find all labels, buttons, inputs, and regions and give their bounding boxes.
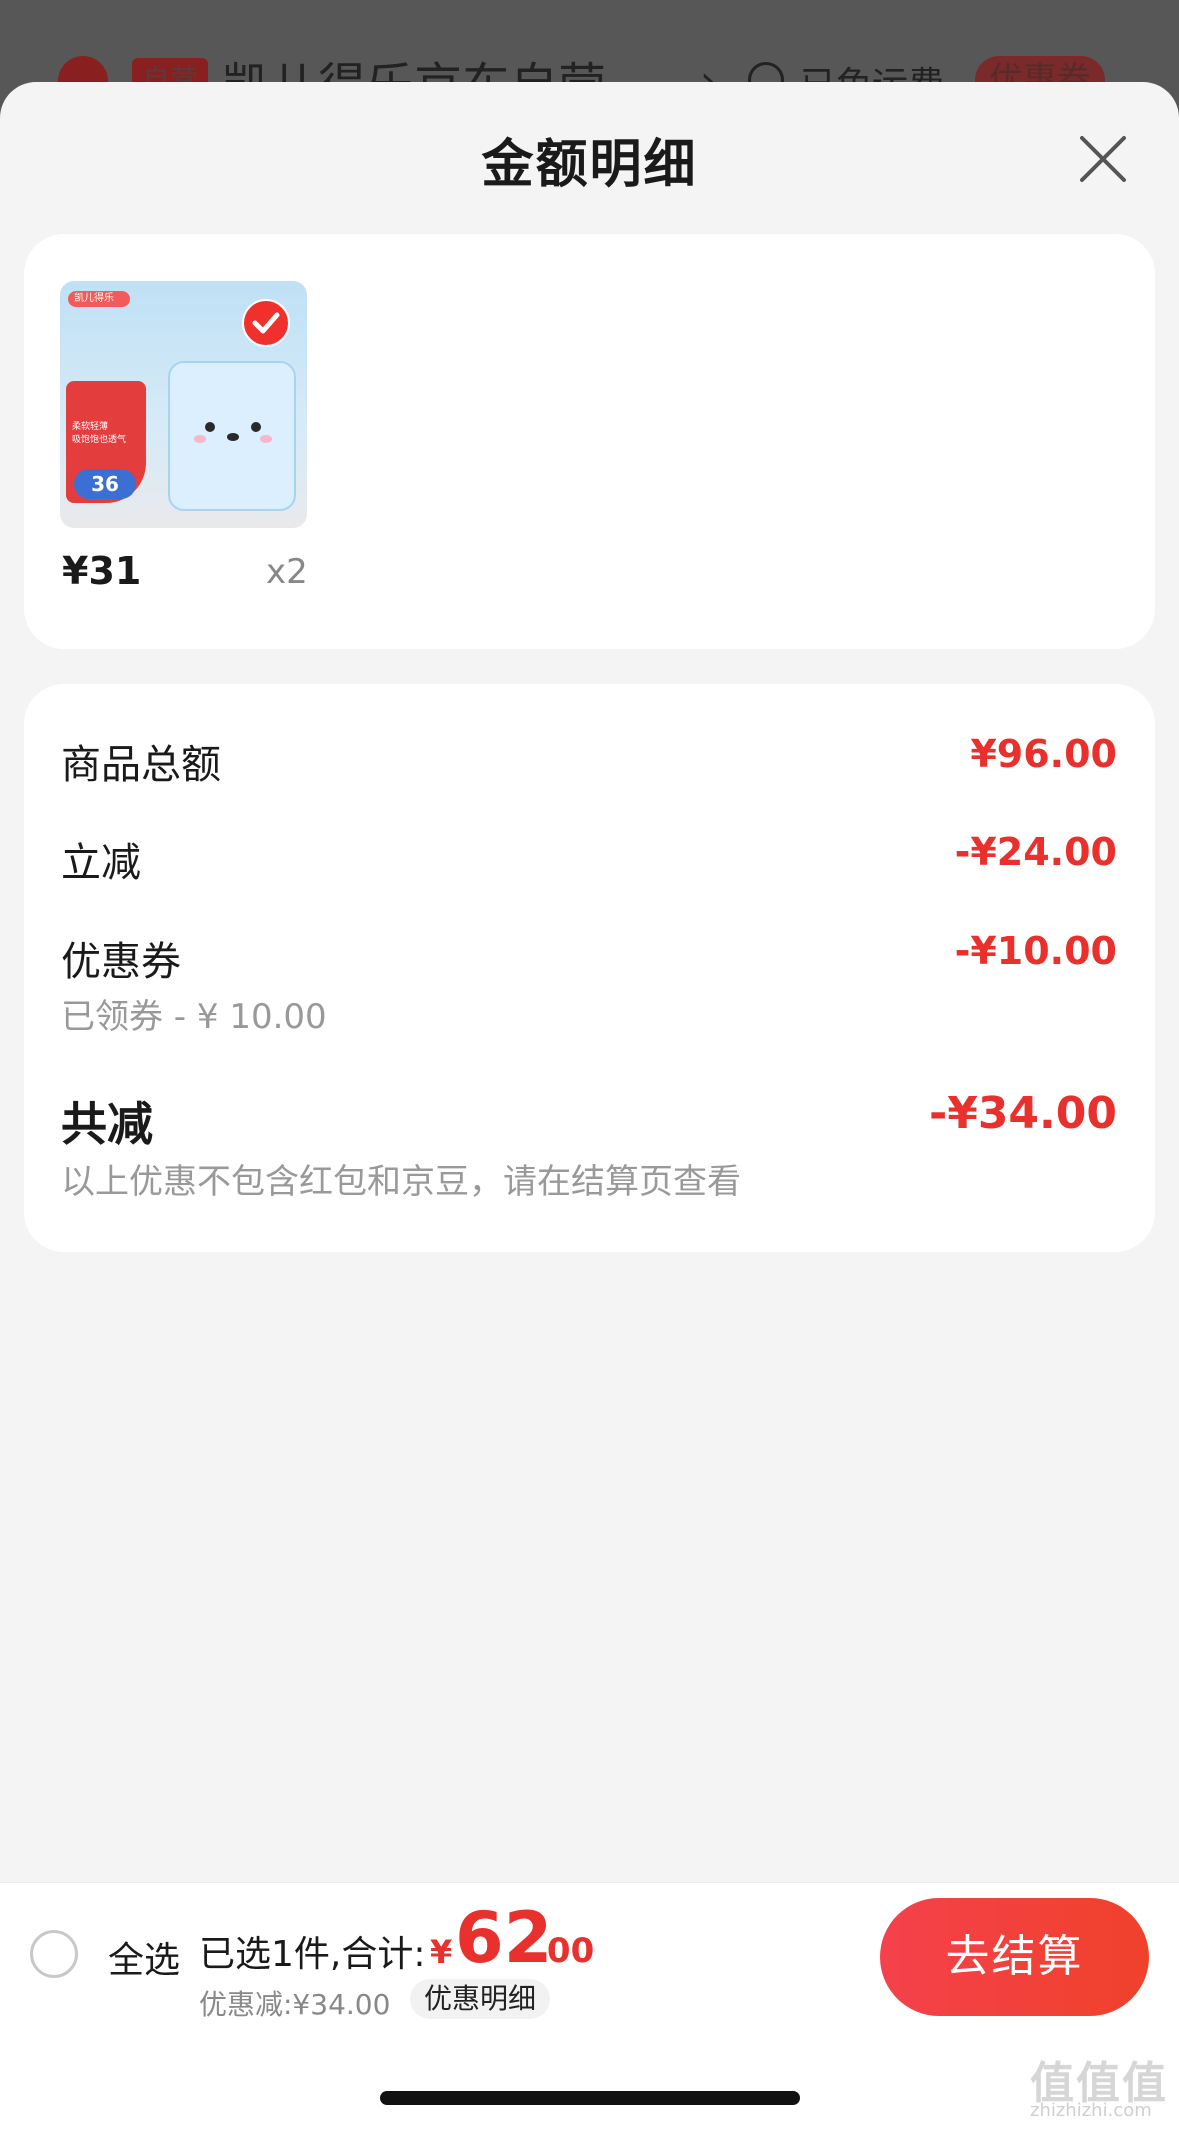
watermark-url: zhizhizhi.com <box>1030 2100 1152 2121</box>
checkout-button[interactable]: 去结算 <box>880 1898 1149 2016</box>
bear-face-icon <box>194 422 272 443</box>
discount-detail-button[interactable]: 优惠明细 <box>410 1979 551 2019</box>
coupon-value: -¥10.00 <box>954 929 1117 973</box>
price-summary-card: 商品总额 ¥96.00 立减 -¥24.00 优惠券 -¥10.00 已领券 -… <box>24 684 1155 1252</box>
amount-detail-sheet: 金额明细 凯儿得乐 柔软轻薄 吸饱饱也透气 36 ¥31 x2 商品总额 ¥96… <box>0 82 1179 2129</box>
home-indicator-area <box>0 2027 1179 2129</box>
product-card: 凯儿得乐 柔软轻薄 吸饱饱也透气 36 ¥31 x2 <box>24 234 1155 649</box>
total-discount-note: 以上优惠不包含红包和京豆，请在结算页查看 <box>61 1162 741 1202</box>
total-discount-label: 共减 <box>61 1097 153 1151</box>
promo-price: 36 <box>74 469 136 499</box>
sheet-title: 金额明细 <box>481 135 698 195</box>
thumb-brand-label: 凯儿得乐 <box>68 291 130 307</box>
close-icon[interactable] <box>1076 132 1130 186</box>
total-decimal: .00 <box>534 1931 595 1971</box>
product-thumbnail[interactable]: 凯儿得乐 柔软轻薄 吸饱饱也透气 36 <box>60 281 307 528</box>
items-total-value: ¥96.00 <box>970 732 1117 776</box>
promo-text-line-2: 吸饱饱也透气 <box>72 435 127 445</box>
coupon-label: 优惠券 <box>61 939 181 985</box>
select-all-radio[interactable] <box>30 1930 78 1978</box>
selected-check-icon[interactable] <box>242 299 290 347</box>
select-all-label[interactable]: 全选 <box>108 1931 180 1983</box>
promo-text: 柔软轻薄 吸饱饱也透气 <box>72 421 126 447</box>
home-indicator[interactable] <box>380 2091 800 2105</box>
promo-text-line-1: 柔软轻薄 <box>72 422 109 432</box>
discount-text: 优惠减:¥34.00 <box>199 1988 391 2021</box>
instant-discount-label: 立减 <box>61 840 141 886</box>
coupon-note: 已领券 - ¥ 10.00 <box>61 997 327 1037</box>
total-currency-symbol: ¥ <box>430 1933 453 1971</box>
selected-count-text: 已选1件,合计: <box>199 1934 426 1975</box>
product-quantity: x2 <box>266 552 308 592</box>
total-discount-value: -¥34.00 <box>928 1088 1117 1139</box>
items-total-label: 商品总额 <box>61 742 221 788</box>
instant-discount-value: -¥24.00 <box>954 830 1117 874</box>
checkout-bar: 全选 已选1件,合计: ¥ 62 .00 优惠减:¥34.00 优惠明细 去结算 <box>0 1882 1179 2027</box>
product-price: ¥31 <box>62 549 142 593</box>
